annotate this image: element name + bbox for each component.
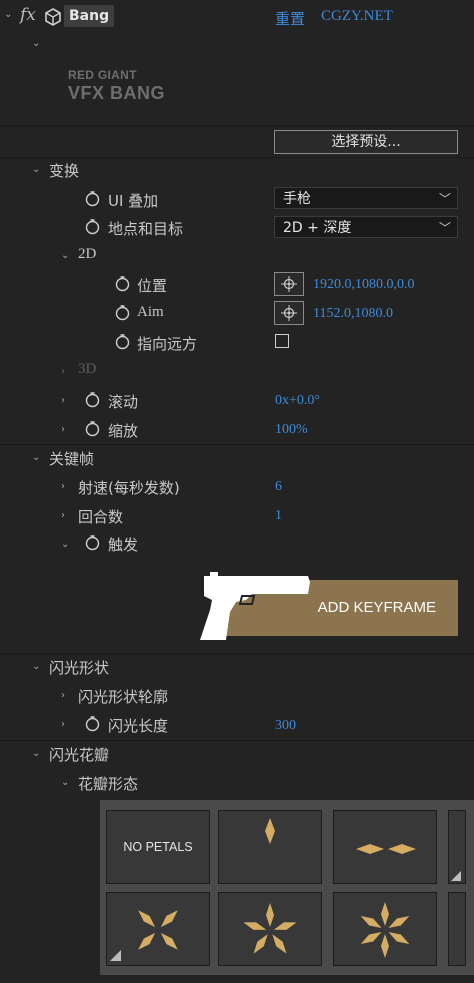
chevron-right-icon[interactable]: ›: [61, 510, 65, 521]
petal-option-1[interactable]: [218, 810, 322, 884]
chevron-down-icon[interactable]: ⌄: [32, 164, 40, 175]
stopwatch-icon[interactable]: [84, 391, 100, 408]
petal-option-5[interactable]: [218, 892, 322, 966]
flash-shape-group-label: 闪光形状: [49, 659, 110, 677]
location-target-label: 地点和目标: [108, 220, 184, 238]
point-away-checkbox[interactable]: [275, 334, 289, 348]
stopwatch-icon[interactable]: [114, 333, 130, 350]
group-3d-label: 3D: [78, 361, 97, 377]
group-2d-label: 2D: [78, 246, 97, 262]
divider: [0, 653, 474, 654]
effect-name: Bang: [64, 5, 115, 27]
stopwatch-icon[interactable]: [114, 304, 130, 321]
chevron-down-icon[interactable]: ⌄: [61, 539, 69, 550]
petal-5-icon: [243, 903, 297, 954]
divider: [0, 740, 474, 741]
stopwatch-icon[interactable]: [84, 218, 100, 235]
pistol-icon: [196, 572, 316, 648]
petal-4-icon: [110, 910, 178, 961]
crosshair-icon[interactable]: [274, 301, 304, 325]
no-petals-label: NO PETALS: [123, 840, 193, 854]
roll-label: 滚动: [108, 393, 139, 411]
scale-value[interactable]: 100%: [275, 422, 308, 438]
chevron-right-icon[interactable]: ›: [61, 366, 65, 377]
chevron-down-icon[interactable]: ⌄: [61, 777, 69, 788]
trigger-label: 触发: [108, 536, 139, 554]
location-target-value: 2D + 深度: [283, 220, 352, 236]
rounds-value[interactable]: 1: [275, 508, 282, 524]
point-away-label: 指向远方: [137, 335, 198, 353]
stopwatch-icon[interactable]: [84, 420, 100, 437]
chevron-down-icon[interactable]: ⌄: [32, 38, 40, 49]
site-link[interactable]: CGZY.NET: [321, 8, 393, 25]
vfx-bang-logo-line2: VFX BANG: [68, 83, 166, 103]
divider: [0, 444, 474, 445]
petal-1-icon: [265, 818, 275, 844]
flash-shape-outline-label: 闪光形状轮廓: [78, 688, 169, 706]
petal-option-partial[interactable]: [448, 892, 466, 966]
petal-2-icon: [356, 844, 416, 854]
roll-value[interactable]: 0x+0.0°: [275, 393, 320, 409]
ui-overlay-value: 手枪: [283, 191, 311, 207]
aim-label: Aim: [137, 304, 164, 320]
divider: [0, 125, 474, 126]
chevron-down-icon: ﹀: [438, 221, 451, 235]
flash-length-value[interactable]: 300: [275, 718, 296, 734]
stopwatch-icon[interactable]: [84, 715, 100, 732]
red-giant-logo-line1: RED GIANT: [68, 68, 137, 82]
crosshair-icon[interactable]: [274, 272, 304, 296]
choose-preset-button[interactable]: 选择预设...: [274, 130, 458, 154]
fire-rate-label: 射速(每秒发数): [78, 479, 180, 497]
fire-rate-value[interactable]: 6: [275, 479, 282, 495]
rounds-label: 回合数: [78, 508, 124, 526]
chevron-down-icon[interactable]: ⌄: [4, 9, 12, 20]
petal-option-6[interactable]: [333, 892, 437, 966]
petal-form-label: 花瓣形态: [78, 775, 139, 793]
scale-label: 缩放: [108, 422, 139, 440]
position-value[interactable]: 1920.0,1080.0,0.0: [313, 277, 415, 293]
keyframe-group-label: 关键帧: [49, 450, 95, 468]
chevron-right-icon[interactable]: ›: [61, 719, 65, 730]
reset-link[interactable]: 重置: [275, 8, 305, 29]
add-keyframe-label: ADD KEYFRAME: [317, 599, 436, 616]
chevron-right-icon[interactable]: ›: [61, 395, 65, 406]
petal-option-partial[interactable]: [448, 810, 466, 884]
stopwatch-icon[interactable]: [84, 190, 100, 207]
chevron-down-icon[interactable]: ⌄: [32, 748, 40, 759]
chevron-down-icon[interactable]: ⌄: [32, 452, 40, 463]
chevron-down-icon: ﹀: [438, 192, 451, 206]
flash-petals-group-label: 闪光花瓣: [49, 746, 110, 764]
chevron-right-icon[interactable]: ›: [61, 424, 65, 435]
plugin-cube-icon: [44, 8, 62, 30]
petal-option-4[interactable]: [106, 892, 210, 966]
petal-6-icon: [360, 902, 410, 958]
ui-overlay-label: UI 叠加: [108, 192, 159, 210]
chevron-right-icon[interactable]: ›: [61, 481, 65, 492]
aim-value[interactable]: 1152.0,1080.0: [313, 306, 393, 322]
divider: [0, 157, 474, 158]
fx-toggle[interactable]: fx: [20, 5, 36, 25]
position-label: 位置: [137, 277, 168, 295]
chevron-right-icon[interactable]: ›: [61, 690, 65, 701]
ui-overlay-dropdown[interactable]: 手枪 ﹀: [274, 187, 458, 209]
chevron-down-icon[interactable]: ⌄: [32, 661, 40, 672]
location-target-dropdown[interactable]: 2D + 深度 ﹀: [274, 216, 458, 238]
stopwatch-icon[interactable]: [114, 275, 130, 292]
transform-group-label: 变换: [49, 162, 80, 180]
chevron-down-icon[interactable]: ⌄: [61, 250, 69, 261]
flash-length-label: 闪光长度: [108, 717, 169, 735]
petal-option-none[interactable]: NO PETALS: [106, 810, 210, 884]
stopwatch-icon[interactable]: [84, 534, 100, 551]
petal-option-2[interactable]: [333, 810, 437, 884]
